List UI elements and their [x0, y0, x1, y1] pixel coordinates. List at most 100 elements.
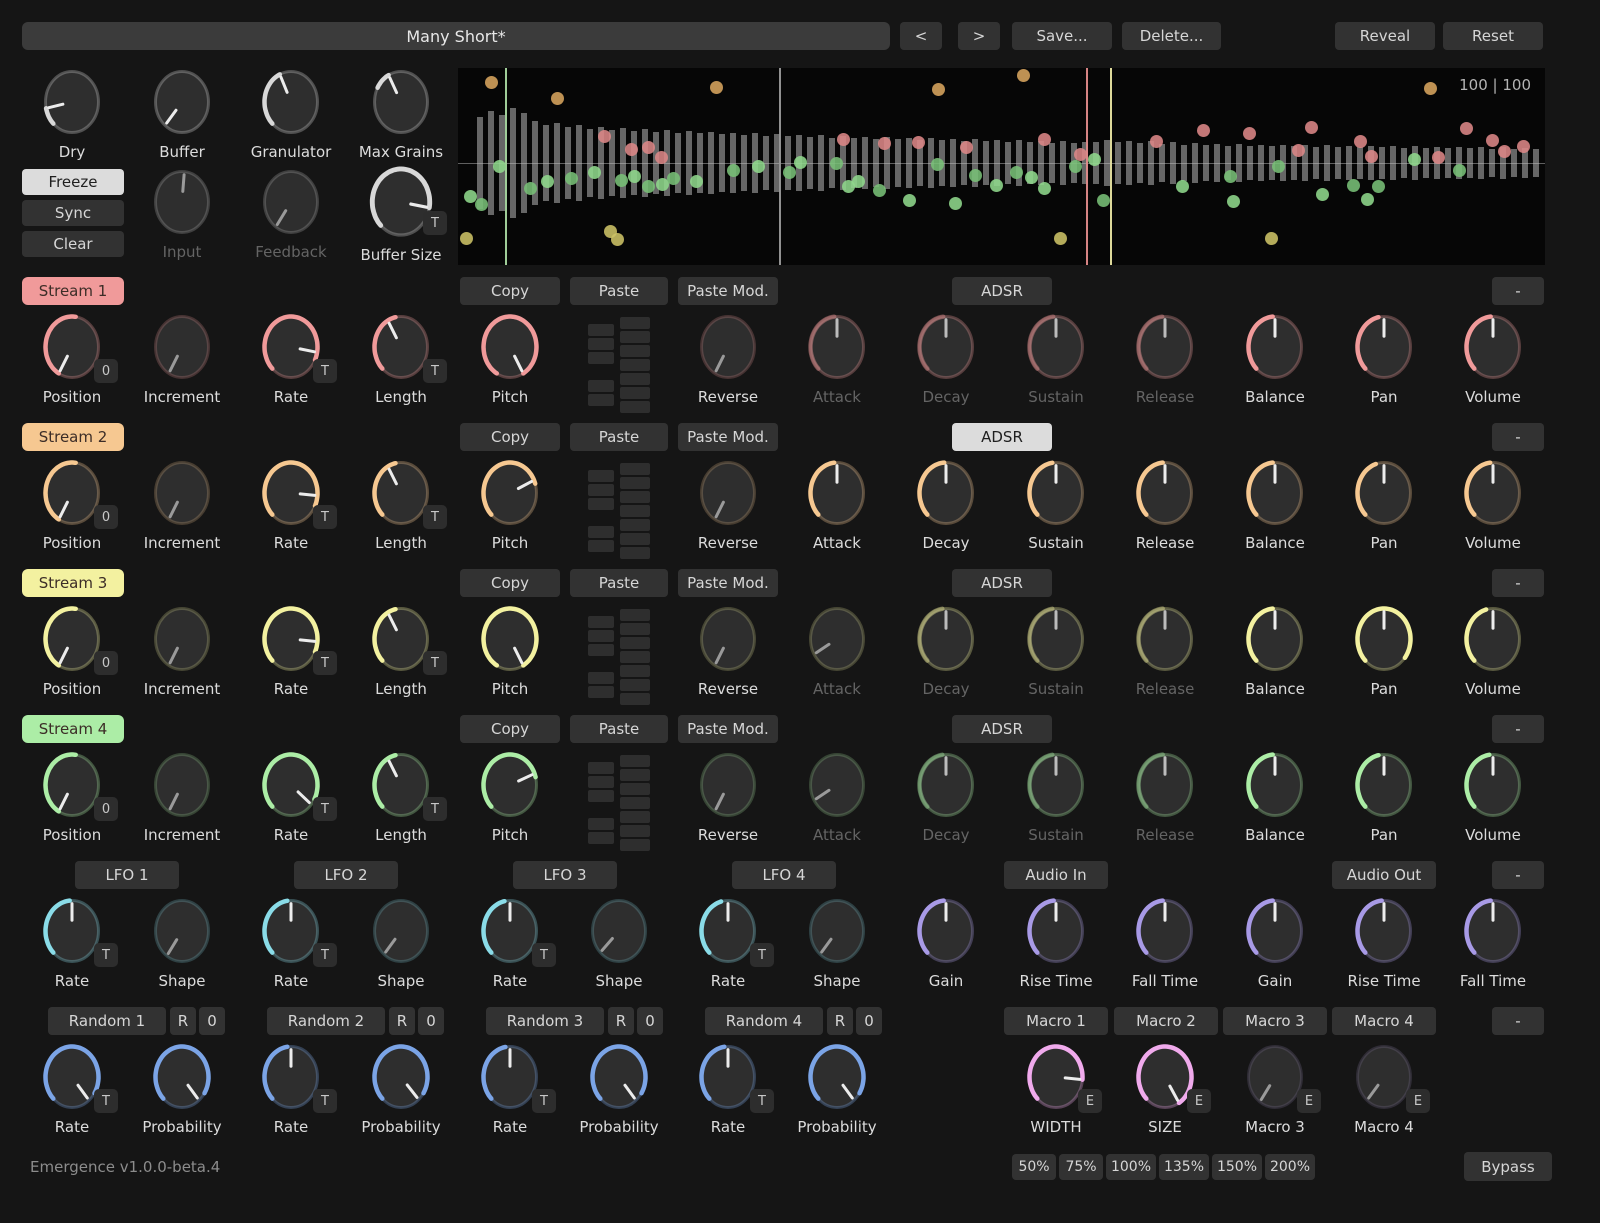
- stream-2-adsr-button[interactable]: ADSR: [952, 423, 1052, 451]
- stream-1-paste-mod-button[interactable]: Paste Mod.: [678, 277, 778, 305]
- lfo-rate-knob[interactable]: RateT: [673, 895, 783, 990]
- engine-buffer-knob[interactable]: Buffer: [127, 66, 237, 161]
- lfo-shape-knob[interactable]: Shape: [782, 895, 892, 990]
- stream-3-position-knob[interactable]: Position0: [17, 603, 127, 698]
- zoom-100-percent-button[interactable]: 100%: [1106, 1154, 1156, 1180]
- stream-3-sustain-knob[interactable]: Sustain: [1001, 603, 1111, 698]
- stream-1-copy-button[interactable]: Copy: [460, 277, 560, 305]
- random-3-button[interactable]: Random 3: [486, 1007, 604, 1035]
- stream-1-increment-knob[interactable]: Increment: [127, 311, 237, 406]
- stream-3-attack-knob[interactable]: Attack: [782, 603, 892, 698]
- stream-2-rate-badge[interactable]: T: [313, 505, 337, 529]
- stream-3-paste-mod-button[interactable]: Paste Mod.: [678, 569, 778, 597]
- preset-prev-button[interactable]: <: [900, 22, 942, 50]
- lfo-2-button[interactable]: LFO 2: [294, 861, 398, 889]
- stream-3-rate-knob[interactable]: RateT: [236, 603, 346, 698]
- stream-1-position-knob[interactable]: Position0: [17, 311, 127, 406]
- macro-3-button[interactable]: Macro 3: [1223, 1007, 1327, 1035]
- stream-4-copy-button[interactable]: Copy: [460, 715, 560, 743]
- stream-3-badge[interactable]: Stream 3: [22, 569, 124, 597]
- random-4-retrigger-button[interactable]: R: [827, 1007, 853, 1035]
- clear-button[interactable]: Clear: [22, 231, 124, 257]
- macro-width-badge[interactable]: E: [1078, 1089, 1102, 1113]
- stream-3-length-badge[interactable]: T: [423, 651, 447, 675]
- lfo-rate-badge[interactable]: T: [94, 943, 118, 967]
- lfo-rate-knob[interactable]: RateT: [455, 895, 565, 990]
- stream-4-decay-knob[interactable]: Decay: [891, 749, 1001, 844]
- zoom-75-percent-button[interactable]: 75%: [1059, 1154, 1103, 1180]
- stream-3-pitch-spread-widget[interactable]: [586, 607, 652, 707]
- engine-buffer-size-knob[interactable]: Buffer SizeT: [346, 163, 456, 264]
- stream-3-pan-knob[interactable]: Pan: [1329, 603, 1439, 698]
- stream-3-reverse-knob[interactable]: Reverse: [673, 603, 783, 698]
- stream-2-balance-knob[interactable]: Balance: [1220, 457, 1330, 552]
- mod-row-minimize-button[interactable]: -: [1492, 861, 1544, 889]
- macro-4-button[interactable]: Macro 4: [1332, 1007, 1436, 1035]
- stream-2-length-badge[interactable]: T: [423, 505, 447, 529]
- stream-1-volume-knob[interactable]: Volume: [1438, 311, 1548, 406]
- random-rate-knob[interactable]: RateT: [455, 1041, 565, 1136]
- stream-2-decay-knob[interactable]: Decay: [891, 457, 1001, 552]
- zoom-200-percent-button[interactable]: 200%: [1265, 1154, 1315, 1180]
- random-rate-knob[interactable]: RateT: [673, 1041, 783, 1136]
- audio-in-button[interactable]: Audio In: [1004, 861, 1108, 889]
- random-probability-knob[interactable]: Probability: [782, 1041, 892, 1136]
- stream-2-minimize-button[interactable]: -: [1492, 423, 1544, 451]
- stream-2-rate-knob[interactable]: RateT: [236, 457, 346, 552]
- stream-3-length-knob[interactable]: LengthT: [346, 603, 456, 698]
- stream-2-pitch-spread-widget[interactable]: [586, 461, 652, 561]
- sync-button[interactable]: Sync: [22, 200, 124, 226]
- macro-macro-4-knob[interactable]: Macro 4E: [1329, 1041, 1439, 1136]
- stream-2-badge[interactable]: Stream 2: [22, 423, 124, 451]
- stream-4-pan-knob[interactable]: Pan: [1329, 749, 1439, 844]
- stream-4-rate-badge[interactable]: T: [313, 797, 337, 821]
- stream-1-reverse-knob[interactable]: Reverse: [673, 311, 783, 406]
- stream-4-rate-knob[interactable]: RateT: [236, 749, 346, 844]
- stream-3-rate-badge[interactable]: T: [313, 651, 337, 675]
- random-probability-knob[interactable]: Probability: [127, 1041, 237, 1136]
- stream-3-increment-knob[interactable]: Increment: [127, 603, 237, 698]
- stream-2-position-badge[interactable]: 0: [94, 505, 118, 529]
- stream-2-length-knob[interactable]: LengthT: [346, 457, 456, 552]
- stream-3-adsr-button[interactable]: ADSR: [952, 569, 1052, 597]
- audio-fall-time-knob[interactable]: Fall Time: [1110, 895, 1220, 990]
- stream-4-release-knob[interactable]: Release: [1110, 749, 1220, 844]
- stream-4-sustain-knob[interactable]: Sustain: [1001, 749, 1111, 844]
- stream-3-position-badge[interactable]: 0: [94, 651, 118, 675]
- stream-3-pitch-knob[interactable]: Pitch: [455, 603, 565, 698]
- stream-4-badge[interactable]: Stream 4: [22, 715, 124, 743]
- stream-1-length-knob[interactable]: LengthT: [346, 311, 456, 406]
- macro-2-button[interactable]: Macro 2: [1114, 1007, 1218, 1035]
- stream-3-minimize-button[interactable]: -: [1492, 569, 1544, 597]
- macro-size-badge[interactable]: E: [1187, 1089, 1211, 1113]
- preset-name-field[interactable]: Many Short*: [22, 22, 890, 50]
- stream-4-attack-knob[interactable]: Attack: [782, 749, 892, 844]
- random-rate-badge[interactable]: T: [313, 1089, 337, 1113]
- stream-4-pitch-knob[interactable]: Pitch: [455, 749, 565, 844]
- random-2-retrigger-button[interactable]: R: [389, 1007, 415, 1035]
- stream-4-length-badge[interactable]: T: [423, 797, 447, 821]
- audio-gain-knob[interactable]: Gain: [1220, 895, 1330, 990]
- freeze-button[interactable]: Freeze: [22, 169, 124, 195]
- macro-macro-4-badge[interactable]: E: [1406, 1089, 1430, 1113]
- random-1-zero-button[interactable]: 0: [199, 1007, 225, 1035]
- random-4-zero-button[interactable]: 0: [856, 1007, 882, 1035]
- engine-dry-knob[interactable]: Dry: [17, 66, 127, 161]
- stream-2-release-knob[interactable]: Release: [1110, 457, 1220, 552]
- bypass-button[interactable]: Bypass: [1464, 1152, 1552, 1181]
- lfo-4-button[interactable]: LFO 4: [732, 861, 836, 889]
- macro-macro-3-knob[interactable]: Macro 3E: [1220, 1041, 1330, 1136]
- random-rate-badge[interactable]: T: [94, 1089, 118, 1113]
- macro-size-knob[interactable]: SIZEE: [1110, 1041, 1220, 1136]
- engine-input-knob[interactable]: Input: [127, 166, 237, 261]
- random-probability-knob[interactable]: Probability: [346, 1041, 456, 1136]
- random-rate-badge[interactable]: T: [750, 1089, 774, 1113]
- stream-3-release-knob[interactable]: Release: [1110, 603, 1220, 698]
- random-2-button[interactable]: Random 2: [267, 1007, 385, 1035]
- stream-1-length-badge[interactable]: T: [423, 359, 447, 383]
- stream-1-pitch-spread-widget[interactable]: [586, 315, 652, 415]
- audio-out-button[interactable]: Audio Out: [1332, 861, 1436, 889]
- stream-3-copy-button[interactable]: Copy: [460, 569, 560, 597]
- stream-1-release-knob[interactable]: Release: [1110, 311, 1220, 406]
- engine-buffer-size-badge[interactable]: T: [423, 211, 447, 235]
